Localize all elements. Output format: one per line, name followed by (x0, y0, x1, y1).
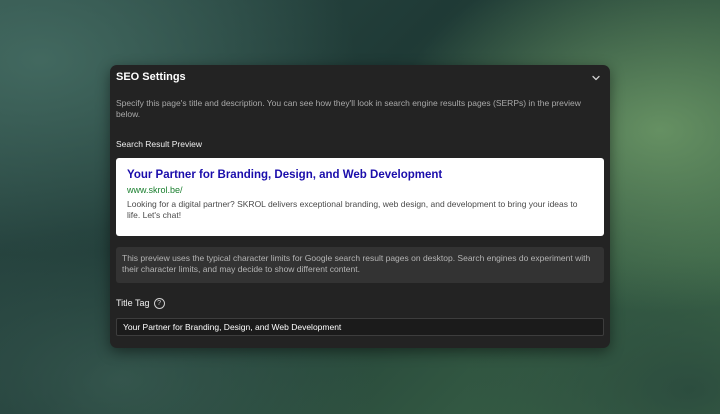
panel-title: SEO Settings (116, 71, 186, 83)
title-tag-input[interactable] (116, 318, 604, 336)
title-tag-label: Title Tag ? (116, 298, 165, 309)
preview-heading: Search Result Preview (116, 139, 202, 149)
chevron-down-icon[interactable] (591, 73, 601, 83)
search-result-preview: Your Partner for Branding, Design, and W… (116, 158, 604, 236)
serp-title: Your Partner for Branding, Design, and W… (127, 169, 443, 181)
serp-url: www.skrol.be/ (127, 185, 183, 195)
question-circle-icon[interactable]: ? (153, 298, 165, 309)
panel-description: Specify this page's title and descriptio… (116, 98, 581, 119)
seo-settings-panel: SEO Settings Specify this page's title a… (110, 65, 610, 348)
title-tag-label-text: Title Tag (116, 298, 150, 308)
preview-notice: This preview uses the typical character … (116, 247, 604, 283)
serp-description: Looking for a digital partner? SKROL del… (127, 199, 578, 220)
panel-header[interactable]: SEO Settings (110, 65, 610, 91)
